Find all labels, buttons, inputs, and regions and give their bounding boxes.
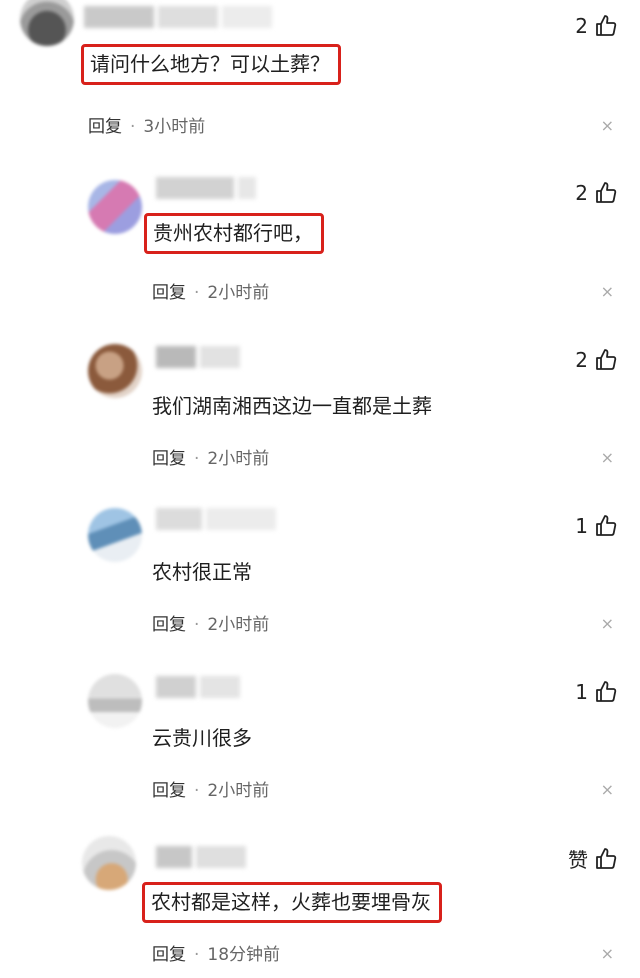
- thumbs-up-icon: [596, 847, 617, 869]
- reply-button[interactable]: 回复: [152, 449, 186, 469]
- username-redacted[interactable]: [84, 6, 276, 28]
- close-icon[interactable]: ×: [601, 282, 614, 301]
- like-button[interactable]: 1: [575, 514, 618, 538]
- like-label: 赞: [568, 848, 588, 872]
- avatar[interactable]: [88, 674, 142, 728]
- close-icon[interactable]: ×: [601, 614, 614, 633]
- separator-dot: ·: [194, 283, 200, 303]
- reply-button[interactable]: 回复: [152, 615, 186, 635]
- reply-item: 赞 农村都是这样，火葬也要埋骨灰 回复 · 18分钟前 ×: [0, 830, 640, 978]
- comment-text: 我们湖南湘西这边一直都是土葬: [152, 394, 432, 418]
- separator-dot: ·: [194, 781, 200, 801]
- close-icon[interactable]: ×: [601, 944, 614, 963]
- username-redacted[interactable]: [156, 676, 244, 698]
- reply-item: 2 贵州农村都行吧， 回复 · 2小时前 ×: [0, 165, 640, 315]
- like-count: 1: [575, 680, 588, 704]
- like-count: 2: [575, 348, 588, 372]
- close-icon[interactable]: ×: [601, 116, 614, 135]
- comment-item: 2 请问什么地方？可以土葬？ 回复 · 3小时前 ×: [0, 0, 640, 145]
- close-icon[interactable]: ×: [601, 448, 614, 467]
- timestamp: 2小时前: [207, 781, 270, 801]
- avatar[interactable]: [20, 0, 74, 46]
- avatar[interactable]: [88, 180, 142, 234]
- timestamp: 2小时前: [207, 615, 270, 635]
- like-button[interactable]: 2: [575, 348, 618, 372]
- comment-text: 请问什么地方？可以土葬？: [81, 44, 341, 85]
- comment-text: 云贵川很多: [152, 726, 252, 750]
- username-redacted[interactable]: [156, 508, 280, 530]
- like-button[interactable]: 2: [575, 181, 618, 205]
- timestamp: 18分钟前: [207, 945, 281, 965]
- reply-item: 1 云贵川很多 回复 · 2小时前 ×: [0, 664, 640, 814]
- comment-meta: 回复 · 2小时前: [152, 610, 269, 635]
- separator-dot: ·: [194, 945, 200, 965]
- comment-meta: 回复 · 2小时前: [152, 444, 269, 469]
- username-redacted[interactable]: [156, 846, 250, 868]
- username-redacted[interactable]: [156, 177, 260, 199]
- thumbs-up-icon: [596, 182, 617, 203]
- like-count: 1: [575, 514, 588, 538]
- avatar[interactable]: [88, 508, 142, 562]
- separator-dot: ·: [194, 449, 200, 469]
- avatar[interactable]: [88, 344, 142, 398]
- thumbs-up-icon: [596, 349, 617, 370]
- comment-meta: 回复 · 18分钟前: [152, 940, 280, 965]
- timestamp: 3小时前: [143, 117, 206, 137]
- reply-item: 2 我们湖南湘西这边一直都是土葬 回复 · 2小时前 ×: [0, 332, 640, 482]
- comment-meta: 回复 · 2小时前: [152, 776, 269, 801]
- comment-text: 农村很正常: [152, 560, 252, 584]
- reply-item: 1 农村很正常 回复 · 2小时前 ×: [0, 498, 640, 648]
- thumbs-up-icon: [596, 681, 617, 702]
- timestamp: 2小时前: [207, 283, 270, 303]
- close-icon[interactable]: ×: [601, 780, 614, 799]
- reply-button[interactable]: 回复: [152, 945, 186, 965]
- comment-text: 农村都是这样，火葬也要埋骨灰: [142, 882, 442, 923]
- reply-button[interactable]: 回复: [88, 117, 122, 137]
- thumbs-up-icon: [596, 515, 617, 536]
- comment-text: 贵州农村都行吧，: [144, 213, 324, 254]
- like-button[interactable]: 赞: [568, 844, 618, 873]
- separator-dot: ·: [130, 117, 136, 137]
- comment-meta: 回复 · 2小时前: [152, 278, 269, 303]
- like-count: 2: [575, 14, 588, 38]
- username-redacted[interactable]: [156, 346, 244, 368]
- reply-button[interactable]: 回复: [152, 283, 186, 303]
- comment-meta: 回复 · 3小时前: [88, 112, 205, 137]
- like-count: 2: [575, 181, 588, 205]
- thumbs-up-icon: [596, 15, 617, 36]
- avatar[interactable]: [82, 836, 136, 890]
- reply-button[interactable]: 回复: [152, 781, 186, 801]
- like-button[interactable]: 1: [575, 680, 618, 704]
- timestamp: 2小时前: [207, 449, 270, 469]
- like-button[interactable]: 2: [575, 14, 618, 38]
- separator-dot: ·: [194, 615, 200, 635]
